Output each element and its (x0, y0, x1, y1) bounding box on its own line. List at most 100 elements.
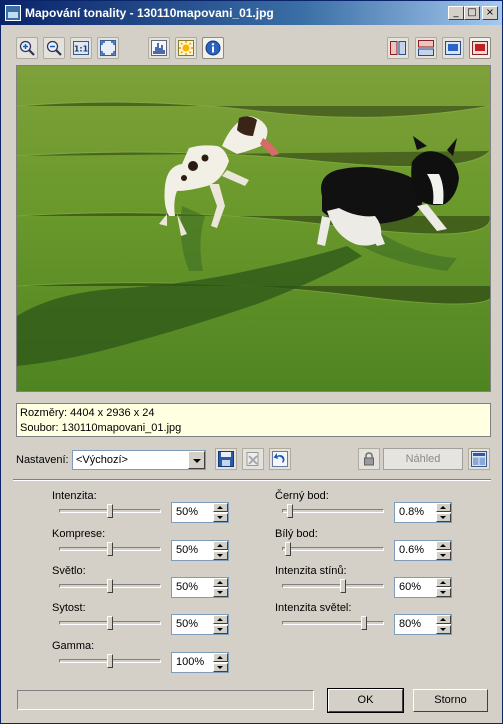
maximize-button[interactable]: □ (464, 6, 480, 20)
spin-buttons (213, 578, 228, 597)
info-button[interactable] (202, 37, 224, 59)
cancel-button[interactable]: Storno (413, 689, 488, 712)
spin-down-button[interactable] (213, 663, 228, 672)
spin-up-button[interactable] (213, 578, 228, 587)
gamma-spinbox[interactable]: 100% (171, 652, 229, 673)
highlight-button[interactable] (175, 37, 197, 59)
slider-thumb[interactable] (287, 504, 294, 518)
slider-track[interactable] (282, 584, 384, 588)
reset-button[interactable] (269, 448, 291, 470)
zoom-in-icon (19, 40, 35, 56)
separator (13, 479, 491, 481)
single-view-button[interactable] (442, 37, 464, 59)
spin-up-button[interactable] (213, 615, 228, 624)
param-label: Intenzita: (52, 490, 97, 502)
spin-buttons (436, 503, 451, 522)
spin-down-button[interactable] (213, 513, 228, 522)
slider-thumb[interactable] (360, 616, 367, 630)
slider-thumb[interactable] (107, 579, 113, 593)
shadow-intensity-spinbox[interactable]: 60% (394, 577, 452, 598)
spin-up-button[interactable] (436, 503, 451, 512)
image-dimensions: Rozměry: 4404 x 2936 x 24 (20, 407, 155, 419)
settings-label: Nastavení: (16, 454, 69, 466)
layout-icon (471, 451, 487, 467)
close-button[interactable]: × (482, 6, 498, 20)
slider-thumb[interactable] (107, 616, 113, 630)
preview-photo (17, 66, 490, 391)
param-label: Sytost: (52, 602, 86, 614)
spin-value: 0.6% (399, 544, 425, 556)
param-label: Intenzita světel: (275, 602, 352, 614)
minimize-button[interactable]: _ (448, 6, 464, 20)
spin-down-button[interactable] (436, 588, 451, 597)
black-point-spinbox[interactable]: 0.8% (394, 502, 452, 523)
tone-mapping-window: Mapování tonality - 130110mapovani_01.jp… (0, 0, 503, 724)
spin-value: 80% (399, 618, 422, 630)
param-label: Gamma: (52, 640, 95, 652)
original-view-icon (472, 41, 488, 55)
compression-spinbox[interactable]: 50% (171, 540, 229, 561)
save-preset-button[interactable] (215, 448, 237, 470)
image-preview[interactable] (16, 65, 491, 392)
spin-down-button[interactable] (213, 625, 228, 634)
preview-button[interactable]: Náhled (383, 448, 463, 470)
white-point-spinbox[interactable]: 0.6% (394, 540, 452, 561)
zoom-in-button[interactable] (16, 37, 38, 59)
spin-value: 60% (399, 581, 422, 593)
lock-button[interactable] (358, 448, 380, 470)
histogram-button[interactable] (148, 37, 170, 59)
split-horizontal-button[interactable] (415, 37, 437, 59)
title-bar[interactable]: Mapování tonality - 130110mapovani_01.jp… (1, 1, 502, 25)
chevron-down-icon[interactable] (188, 451, 205, 469)
actual-size-icon: 1:1 (73, 41, 89, 55)
layout-button[interactable] (468, 448, 490, 470)
spin-up-button[interactable] (436, 615, 451, 624)
highlight-intensity-spinbox[interactable]: 80% (394, 614, 452, 635)
spin-down-button[interactable] (436, 513, 451, 522)
slider-track[interactable] (282, 621, 384, 625)
spin-up-button[interactable] (436, 541, 451, 550)
split-horizontal-icon (418, 40, 434, 56)
zoom-out-icon (46, 40, 62, 56)
actual-size-button[interactable]: 1:1 (70, 37, 92, 59)
param-label: Bílý bod: (275, 528, 318, 540)
light-spinbox[interactable]: 50% (171, 577, 229, 598)
spin-value: 100% (176, 656, 205, 668)
spin-up-button[interactable] (213, 653, 228, 662)
window-title: Mapování tonality - 130110mapovani_01.jp… (25, 6, 274, 20)
preset-select[interactable]: <Výchozí> (72, 450, 206, 470)
spin-buttons (213, 615, 228, 634)
spin-up-button[interactable] (436, 578, 451, 587)
delete-icon (246, 452, 259, 466)
fit-window-button[interactable] (97, 37, 119, 59)
fit-window-icon (100, 40, 116, 56)
spin-value: 0.8% (399, 506, 425, 518)
spin-up-button[interactable] (213, 541, 228, 550)
delete-preset-button[interactable] (242, 448, 264, 470)
slider-thumb[interactable] (340, 579, 347, 593)
intensity-spinbox[interactable]: 50% (171, 502, 229, 523)
slider-track[interactable] (282, 547, 384, 551)
slider-thumb[interactable] (107, 504, 113, 518)
param-label: Komprese: (52, 528, 106, 540)
spin-down-button[interactable] (436, 551, 451, 560)
progress-bar (17, 690, 314, 710)
spin-buttons (213, 541, 228, 560)
slider-thumb[interactable] (107, 542, 113, 556)
spin-buttons (436, 578, 451, 597)
spin-buttons (436, 541, 451, 560)
spin-down-button[interactable] (213, 588, 228, 597)
zoom-out-button[interactable] (43, 37, 65, 59)
split-vertical-button[interactable] (387, 37, 409, 59)
spin-down-button[interactable] (213, 551, 228, 560)
slider-track[interactable] (282, 509, 384, 513)
spin-up-button[interactable] (213, 503, 228, 512)
original-view-button[interactable] (469, 37, 491, 59)
slider-thumb[interactable] (107, 654, 113, 668)
saturation-spinbox[interactable]: 50% (171, 614, 229, 635)
ok-button[interactable]: OK (327, 688, 404, 713)
info-icon (205, 40, 221, 56)
spin-down-button[interactable] (436, 625, 451, 634)
image-file: Soubor: 130110mapovani_01.jpg (20, 422, 182, 434)
slider-thumb[interactable] (285, 542, 292, 556)
